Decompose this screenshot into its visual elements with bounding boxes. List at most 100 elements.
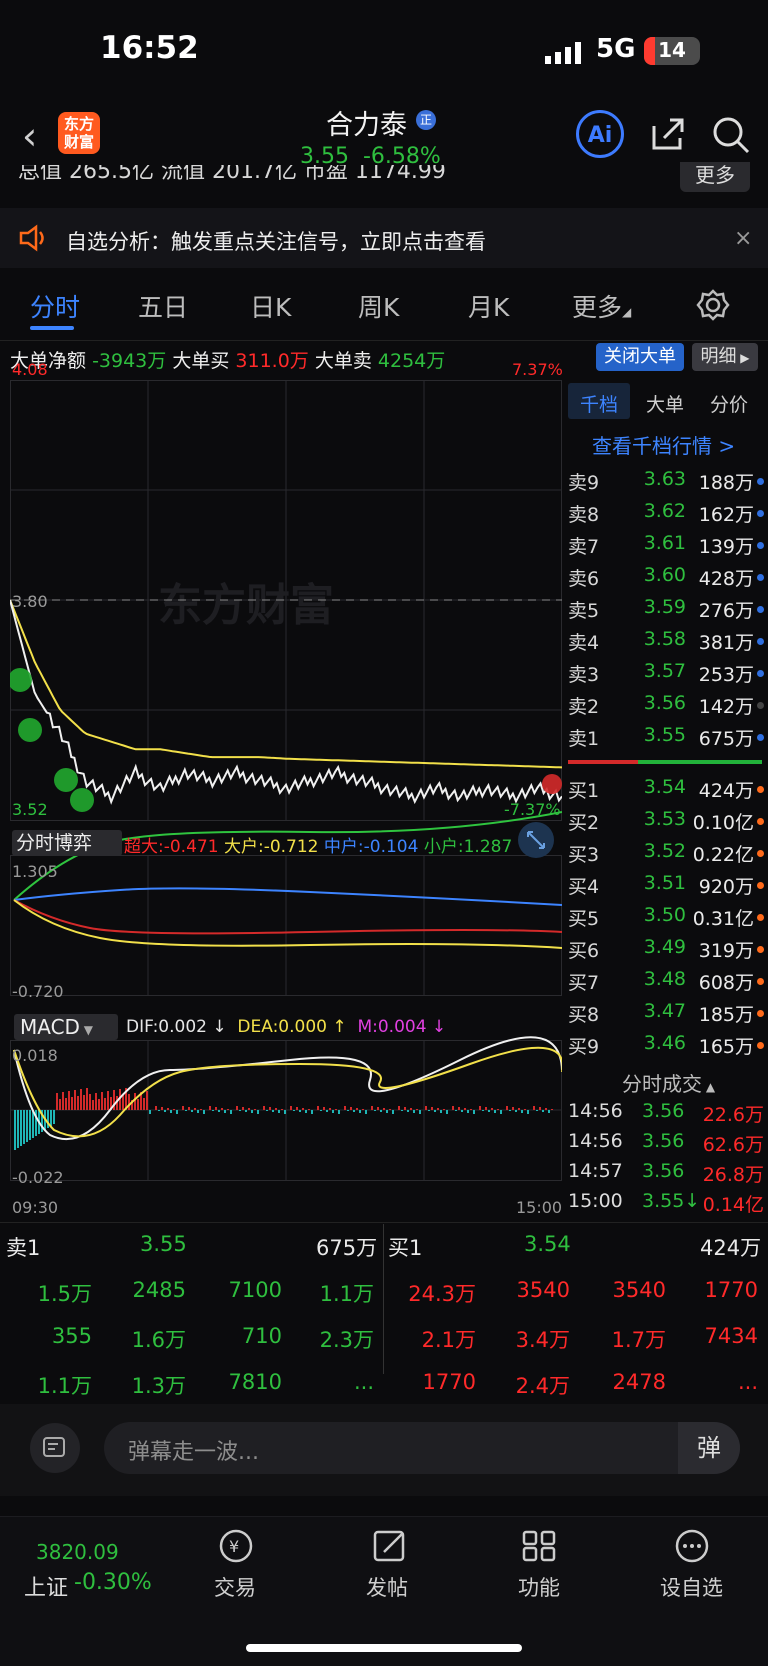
tab-big-order[interactable]: 大单 — [646, 390, 684, 417]
order-row[interactable]: 买4 3.51 920万 — [568, 872, 768, 904]
tab-intraday[interactable]: 分时 — [30, 288, 80, 324]
intraday-chart[interactable]: 东方财富 — [10, 380, 562, 1220]
macd-bar — [101, 1092, 103, 1110]
settings-icon[interactable] — [696, 288, 730, 322]
logo-text-1: 东方 — [63, 115, 94, 133]
nav-functions[interactable]: 功能 — [518, 1572, 560, 1602]
book-cell: ... — [737, 1370, 758, 1394]
close-icon[interactable]: × — [734, 226, 752, 251]
order-row[interactable]: 买8 3.47 185万 — [568, 1000, 768, 1032]
chart-watermark: 东方财富 — [158, 580, 334, 631]
detail-button[interactable]: 明细 ▶ — [692, 343, 758, 371]
view-thousand-level-link[interactable]: 查看千档行情 > — [592, 430, 735, 459]
tab-more[interactable]: 更多◢ — [572, 288, 631, 324]
sell-signal-marker[interactable] — [54, 768, 78, 792]
macd-bar — [14, 1110, 16, 1150]
notice-text[interactable]: 自选分析：触发重点关注信号，立即点击查看 — [66, 226, 486, 256]
sell-signal-marker[interactable] — [70, 788, 94, 812]
tab-five-day[interactable]: 五日 — [138, 288, 188, 324]
order-row[interactable]: 卖5 3.59 276万 — [568, 596, 768, 628]
tab-thousand-level[interactable]: 千档 — [580, 390, 618, 417]
macd-bar — [176, 1110, 178, 1114]
danmu-toggle-button[interactable]: 弹 — [678, 1422, 740, 1474]
order-row[interactable]: 买5 3.50 0.31亿 — [568, 904, 768, 936]
order-row[interactable]: 买6 3.49 319万 — [568, 936, 768, 968]
more-dots-icon[interactable] — [672, 1526, 712, 1566]
book-cell: 2478 — [612, 1370, 666, 1394]
more-stats-button[interactable]: 更多 — [680, 162, 750, 192]
nav-trade[interactable]: 交易 — [214, 1572, 256, 1602]
order-row[interactable]: 卖9 3.63 188万 — [568, 468, 768, 500]
app-logo[interactable]: 东方 财富 — [58, 112, 100, 154]
order-dot — [757, 818, 764, 825]
ai-button[interactable]: Ai — [576, 110, 624, 158]
sub-ymax-label: 1.305 — [12, 862, 58, 881]
nav-post[interactable]: 发帖 — [366, 1572, 408, 1602]
book-cell: 1770 — [422, 1370, 476, 1394]
post-icon[interactable] — [370, 1526, 410, 1566]
tab-monthly-k[interactable]: 月K — [468, 288, 509, 324]
macd-bar — [191, 1110, 193, 1112]
macd-bar — [539, 1107, 541, 1110]
macd-bar — [485, 1107, 487, 1110]
macd-bar — [536, 1110, 538, 1111]
trade-icon[interactable]: ¥ — [216, 1526, 256, 1566]
order-price: 3.53 — [643, 808, 686, 830]
order-row[interactable]: 买3 3.52 0.22亿 — [568, 840, 768, 872]
macd-bar — [542, 1110, 544, 1112]
order-price: 3.57 — [643, 660, 686, 682]
macd-bar — [506, 1106, 508, 1110]
macd-bar — [455, 1110, 457, 1111]
macd-bar — [95, 1093, 97, 1110]
macd-bar — [248, 1108, 250, 1110]
macd-bar — [401, 1110, 403, 1111]
tab-price-split[interactable]: 分价 — [710, 390, 748, 417]
macd-bar — [515, 1110, 517, 1112]
trades-title[interactable]: 分时成交 ▲ — [622, 1068, 715, 1097]
trade-time: 14:56 — [568, 1100, 623, 1122]
macd-bar — [443, 1109, 445, 1110]
macd-bar — [344, 1106, 346, 1110]
order-price: 3.58 — [643, 628, 686, 650]
order-row[interactable]: 买9 3.46 165万 — [568, 1032, 768, 1064]
search-icon[interactable] — [712, 116, 750, 154]
nav-add-watchlist[interactable]: 设自选 — [660, 1572, 723, 1602]
macd-bar — [26, 1110, 28, 1142]
order-row[interactable]: 卖4 3.58 381万 — [568, 628, 768, 660]
order-row[interactable]: 卖6 3.60 428万 — [568, 564, 768, 596]
share-icon[interactable] — [650, 116, 686, 152]
order-row[interactable]: 卖8 3.62 162万 — [568, 500, 768, 532]
tab-weekly-k[interactable]: 周K — [358, 288, 399, 324]
buy-signal-marker[interactable] — [542, 774, 562, 794]
order-row[interactable]: 卖2 3.56 142万 — [568, 692, 768, 724]
order-row[interactable]: 卖1 3.55 675万 — [568, 724, 768, 756]
macd-bar — [527, 1110, 529, 1114]
order-row[interactable]: 买7 3.48 608万 — [568, 968, 768, 1000]
big-buy-label: 大单买 — [172, 350, 230, 372]
order-row[interactable]: 卖3 3.57 253万 — [568, 660, 768, 692]
macd-histogram — [14, 1088, 553, 1150]
price-ref-label: 3.80 — [12, 592, 48, 611]
sub-ymin-label: -0.720 — [12, 982, 64, 1001]
macd-bar — [305, 1110, 307, 1113]
order-level: 卖1 — [568, 728, 600, 750]
close-big-order-button[interactable]: 关闭大单 — [596, 343, 684, 371]
back-icon[interactable]: ‹ — [22, 114, 37, 158]
index-pct[interactable]: -0.30% — [74, 1570, 152, 1595]
order-row[interactable]: 买1 3.54 424万 — [568, 776, 768, 808]
sub-chart-selector[interactable]: 分时博弈 — [12, 830, 122, 856]
index-value[interactable]: 3820.09 — [36, 1540, 119, 1564]
functions-icon[interactable] — [520, 1526, 560, 1566]
order-row[interactable]: 卖7 3.61 139万 — [568, 532, 768, 564]
macd-selector[interactable]: MACD ▼ — [14, 1014, 118, 1040]
index-name[interactable]: 上证 — [24, 1570, 68, 1602]
order-price: 3.54 — [643, 776, 686, 798]
sell-signal-marker[interactable] — [18, 718, 42, 742]
sub-chart-label: 分时博弈 — [16, 832, 93, 854]
comment-list-icon[interactable] — [30, 1423, 80, 1473]
svg-text:¥: ¥ — [229, 1537, 239, 1556]
book-cell: 1.1万 — [319, 1282, 374, 1306]
order-row[interactable]: 买2 3.53 0.10亿 — [568, 808, 768, 840]
macd-bar — [200, 1109, 202, 1110]
tab-daily-k[interactable]: 日K — [250, 288, 291, 324]
